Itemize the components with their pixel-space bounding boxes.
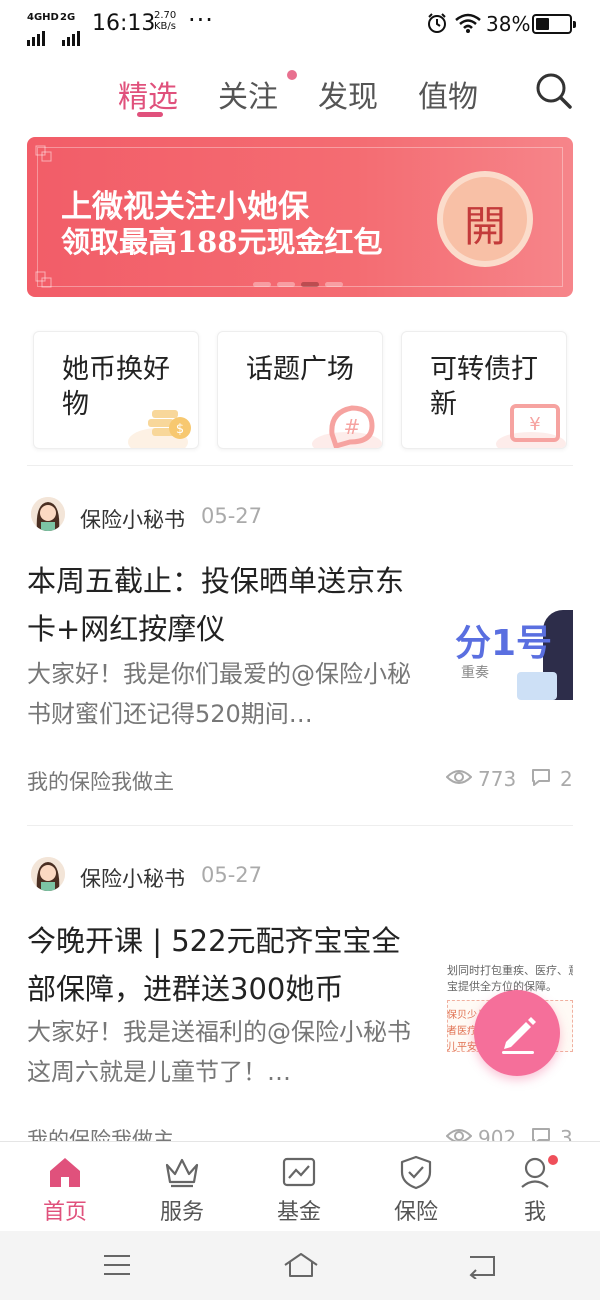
nav-label: 保险	[393, 1200, 438, 1225]
signal-icon	[27, 22, 47, 46]
article-topic-tag[interactable]: 我的保险我做主	[27, 766, 174, 796]
corner-ornament-icon	[35, 271, 52, 288]
corner-ornament-icon	[35, 145, 52, 162]
promo-banner[interactable]: 上微视关注小她保 领取最高188元现金红包 開	[27, 137, 573, 297]
notification-dot	[548, 1155, 558, 1165]
article-summary[interactable]: 大家好！我是送福利的@保险小秘书这周六就是儿童节了！…	[27, 1012, 427, 1092]
comment-count: 2	[560, 767, 573, 791]
nav-label: 我	[523, 1200, 546, 1225]
quick-card-coin-exchange[interactable]: 她币换好物 $	[33, 331, 199, 449]
signal-icon-2	[62, 22, 82, 46]
bottom-navigation: 首页 服务 基金 保险 我	[0, 1141, 600, 1231]
pencil-icon	[502, 1017, 536, 1054]
nav-funds[interactable]: 基金	[239, 1142, 359, 1232]
quick-card-label: 话题广场	[246, 354, 354, 385]
thumbnail-subtext: 重奏	[461, 665, 489, 681]
speed-value: 2.70	[154, 10, 177, 21]
carousel-indicator	[253, 272, 349, 291]
quick-card-convertible-bond[interactable]: 可转债打新 ¥	[401, 331, 567, 449]
tab-following[interactable]: 关注	[218, 72, 278, 116]
nav-label: 首页	[42, 1200, 87, 1225]
thumbnail-text: 划同时打包重疾、医疗、意外等	[447, 964, 573, 977]
chart-icon	[282, 1157, 316, 1187]
article-divider	[27, 825, 573, 826]
compose-button[interactable]	[474, 990, 560, 1076]
network-speed: 2.70 KB/s	[154, 10, 176, 32]
search-icon[interactable]	[535, 72, 573, 110]
clock: 16:13	[92, 11, 156, 36]
avatar-girl-icon	[31, 857, 65, 891]
tab-goods[interactable]: 值物	[418, 72, 478, 116]
banner-subline: 领取最高188元现金红包	[61, 225, 383, 259]
nav-label: 基金	[276, 1200, 321, 1225]
wifi-icon	[455, 13, 481, 33]
nav-me[interactable]: 我	[475, 1142, 595, 1232]
status-bar: 4GHD 2G 16:13 2.70 KB/s ··· 38%	[0, 0, 600, 48]
author-name[interactable]: 保险小秘书	[80, 863, 185, 893]
coin-stack-icon: $	[128, 410, 191, 448]
nav-services[interactable]: 服务	[122, 1142, 242, 1232]
nav-home[interactable]: 首页	[5, 1142, 125, 1232]
article-thumbnail[interactable]: 分1号 重奏	[447, 610, 573, 700]
nav-insurance[interactable]: 保险	[356, 1142, 476, 1232]
article-title[interactable]: 本周五截止：投保晒单送京东卡+网红按摩仪	[27, 557, 427, 653]
article-title[interactable]: 今晚开课 | 522元配齐宝宝全部保障，进群送300她币	[27, 917, 427, 1013]
back-icon[interactable]	[466, 1253, 498, 1279]
view-count: 773	[478, 767, 517, 791]
speed-unit: KB/s	[154, 21, 176, 32]
open-red-packet-badge[interactable]: 開	[437, 171, 533, 267]
shield-icon	[400, 1155, 432, 1190]
avatar[interactable]	[31, 497, 65, 531]
section-divider	[27, 465, 573, 466]
eye-icon	[446, 770, 472, 784]
quick-card-topic-square[interactable]: 话题广场 #	[217, 331, 383, 449]
avatar-girl-icon	[31, 497, 65, 531]
post-date: 05-27	[201, 863, 263, 887]
svg-text:¥: ¥	[529, 414, 540, 435]
more-notifications-icon: ···	[188, 6, 214, 34]
active-tab-indicator	[137, 112, 163, 117]
nav-label: 服务	[159, 1200, 204, 1225]
thumbnail-text: 分1号	[455, 623, 553, 664]
app-screen: 4GHD 2G 16:13 2.70 KB/s ··· 38% 精选 关注 发现 …	[0, 0, 600, 1300]
crown-icon	[165, 1158, 199, 1188]
home-button-icon[interactable]	[282, 1251, 320, 1279]
avatar[interactable]	[31, 857, 65, 891]
badge-text: 開	[463, 202, 506, 251]
yen-exchange-icon: ¥	[496, 404, 566, 448]
post-date: 05-27	[201, 504, 263, 528]
battery-percent: 38%	[486, 12, 531, 36]
tab-discover[interactable]: 发现	[318, 72, 378, 116]
svg-text:$: $	[176, 422, 184, 437]
hashtag-bubble-icon: #	[312, 405, 382, 448]
menu-icon[interactable]	[102, 1253, 132, 1277]
notification-dot	[287, 70, 297, 80]
system-navigation-bar	[0, 1231, 600, 1300]
home-icon	[50, 1158, 80, 1187]
alarm-icon	[428, 13, 446, 33]
battery-icon	[532, 14, 576, 34]
article-summary[interactable]: 大家好！我是你们最爱的@保险小秘书财蜜们还记得520期间…	[27, 654, 427, 734]
svg-text:#: #	[344, 415, 361, 439]
tab-featured[interactable]: 精选	[118, 72, 178, 116]
author-name[interactable]: 保险小秘书	[80, 504, 185, 534]
comment-icon[interactable]	[530, 766, 552, 788]
